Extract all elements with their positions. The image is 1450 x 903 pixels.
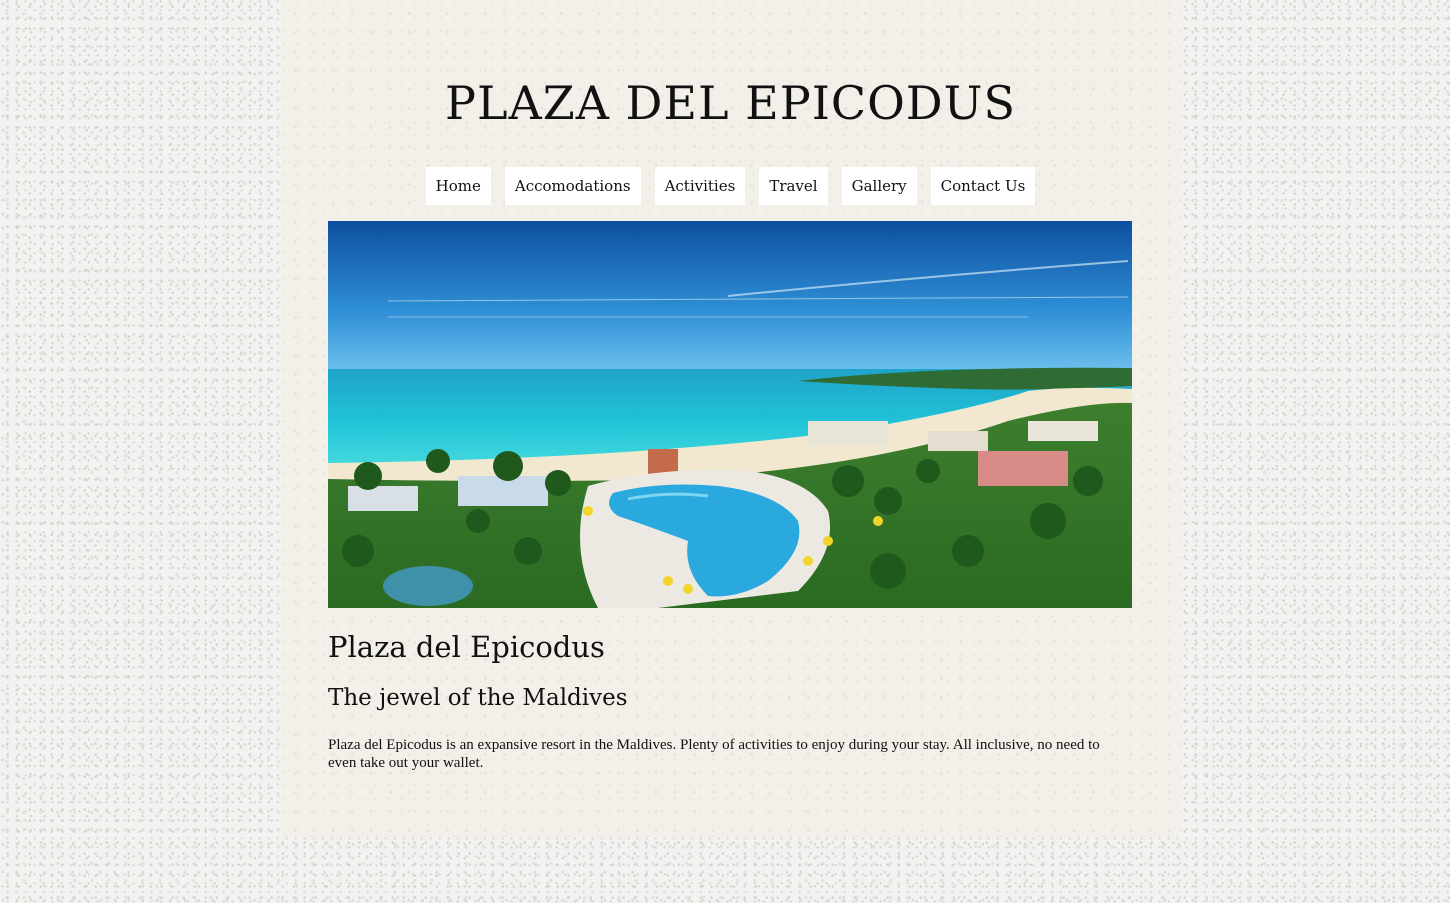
nav-gallery-link[interactable]: Gallery	[841, 167, 917, 205]
resort-tagline: The jewel of the Maldives	[328, 685, 628, 711]
hero-image	[328, 221, 1132, 608]
nav-travel-link[interactable]: Travel	[759, 167, 828, 205]
resort-description: Plaza del Epicodus is an expansive resor…	[328, 737, 1100, 771]
site-title: PLAZA DEL EPICODUS	[445, 76, 1016, 130]
main-container: PLAZA DEL EPICODUS Home Accomodations Ac…	[281, 0, 1180, 837]
nav-accomodations-link[interactable]: Accomodations	[504, 167, 641, 205]
nav-home-link[interactable]: Home	[425, 167, 491, 205]
nav-contact-link[interactable]: Contact Us	[930, 167, 1036, 205]
main-nav: Home Accomodations Activities Travel Gal…	[281, 167, 1180, 205]
nav-activities-link[interactable]: Activities	[654, 167, 746, 205]
resort-heading: Plaza del Epicodus	[328, 630, 605, 664]
